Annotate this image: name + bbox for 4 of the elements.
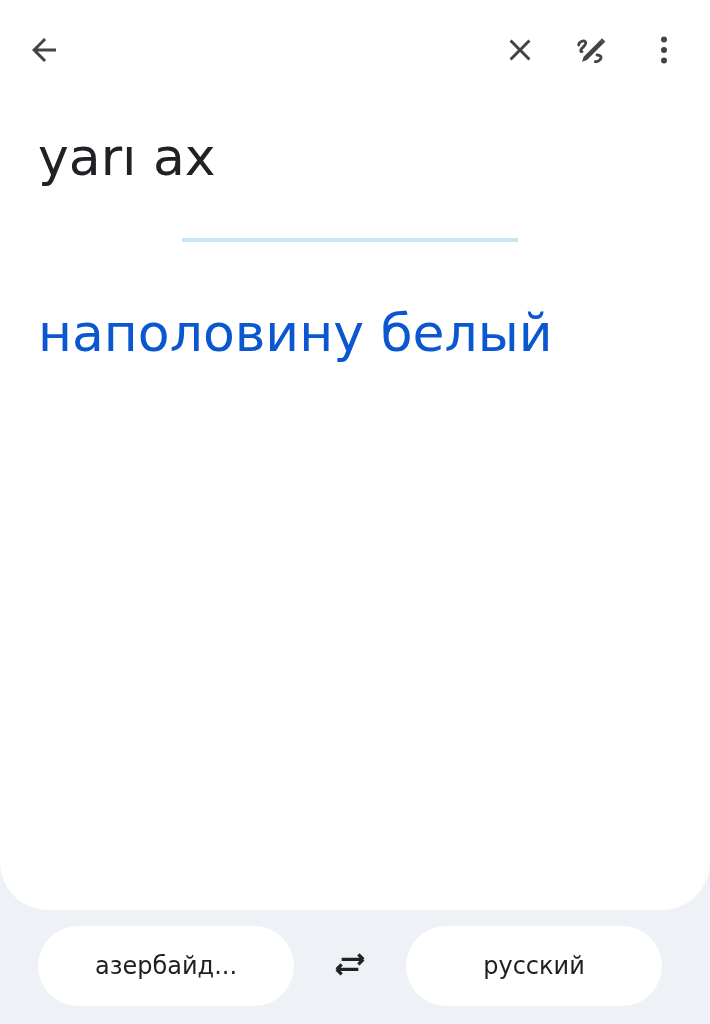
translation-text: наполовину белый [38, 302, 554, 365]
source-text: yarı ax [38, 126, 217, 189]
target-language-button[interactable]: русский [406, 926, 662, 1006]
source-language-button[interactable]: азербайд... [38, 926, 294, 1006]
